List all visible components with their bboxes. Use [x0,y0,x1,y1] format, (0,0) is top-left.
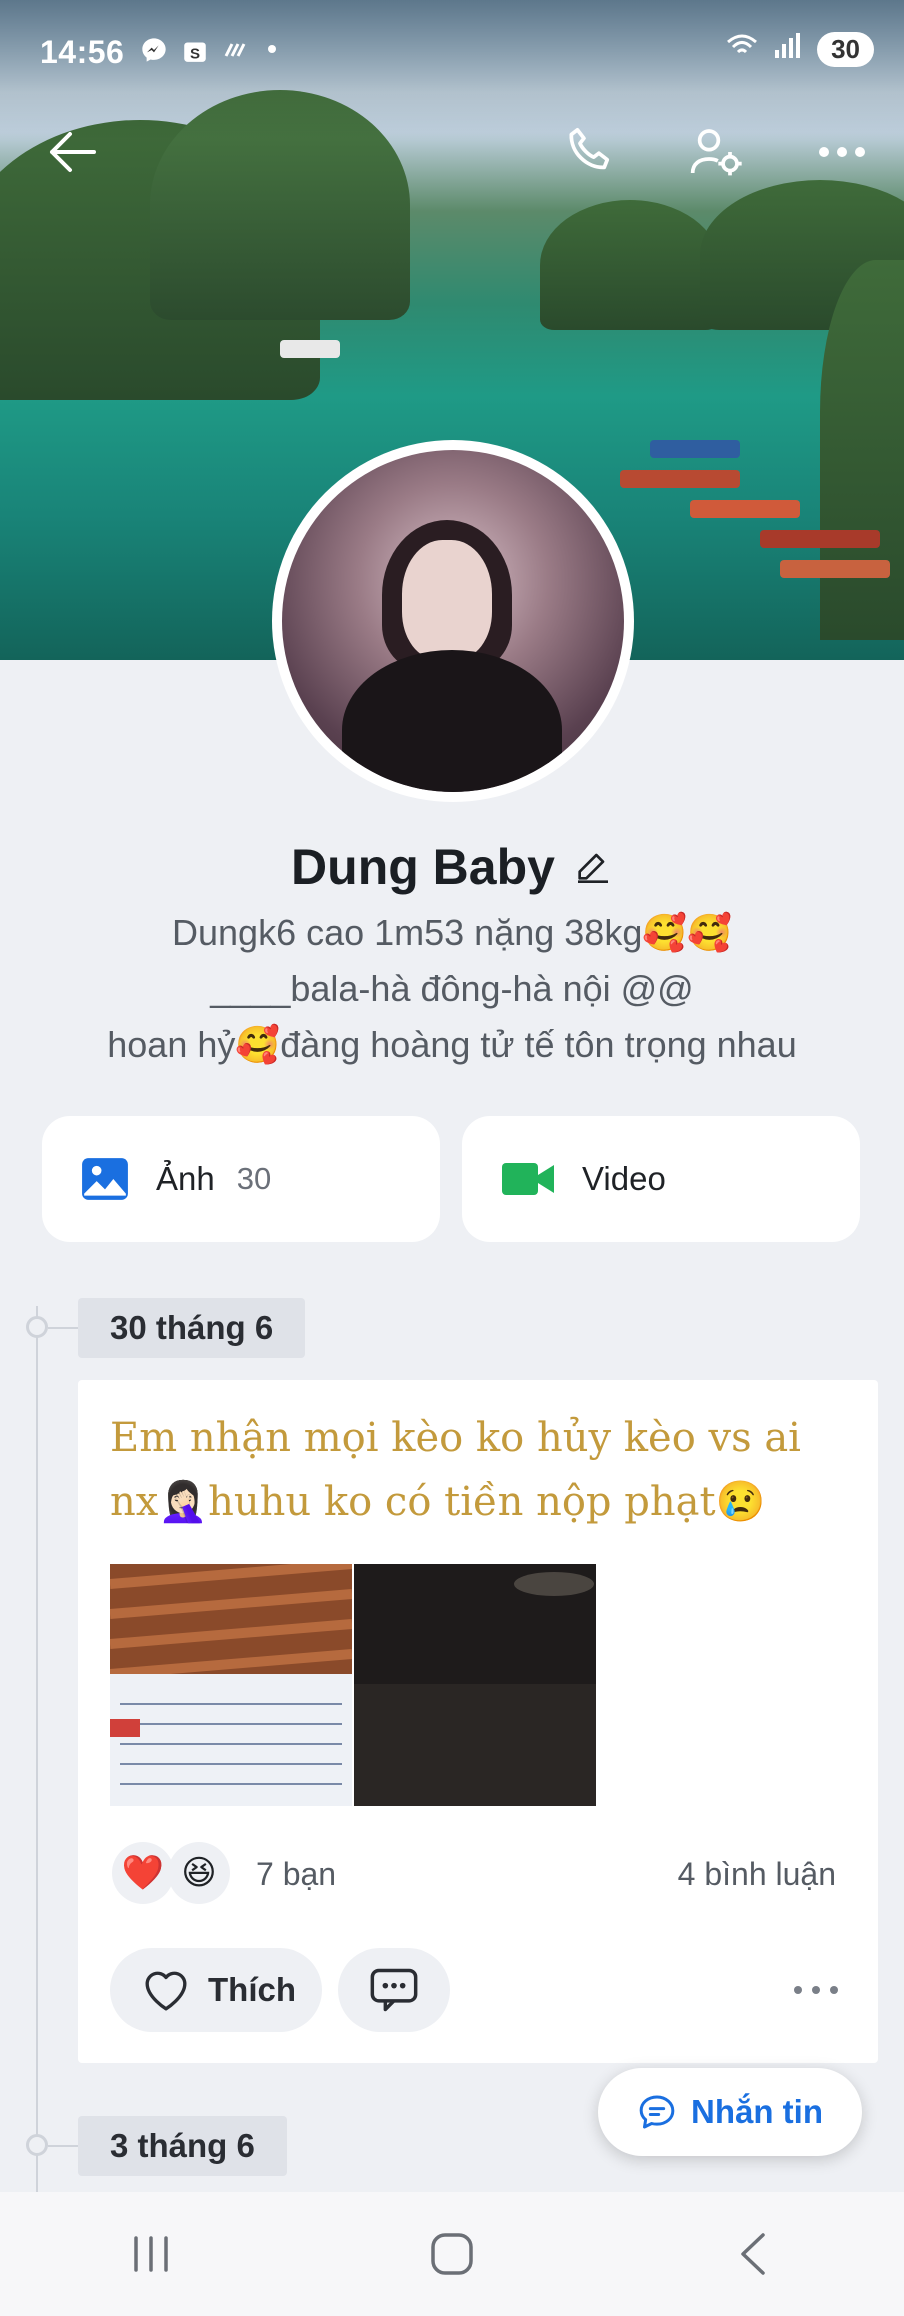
system-back-button[interactable] [693,2214,813,2294]
post-more-button[interactable] [788,1968,844,2012]
wifi-icon [725,32,759,67]
pencil-icon [577,853,608,883]
chat-bubble-icon [639,2095,675,2129]
user-gear-icon [690,129,742,176]
date-chip: 3 tháng 6 [78,2116,287,2176]
friend-settings-button[interactable] [684,120,748,184]
timeline-line [36,1306,38,2206]
status-bar: 14:56 S 30 [0,0,904,104]
messenger-icon [140,36,168,71]
cell-signal-icon [773,32,803,67]
battery-level: 30 [817,32,874,67]
post-photo[interactable] [354,1564,596,1806]
videos-tile[interactable]: Video [462,1116,860,1242]
message-button[interactable]: Nhắn tin [598,2068,862,2156]
post-text: Em nhận mọi kèo ko hủy kèo vs ai nx🤦🏻‍♀️… [110,1415,801,1525]
signal-slash-icon [222,36,252,71]
more-options-button[interactable] [810,120,874,184]
message-label: Nhắn tin [691,2093,823,2130]
more-dots-icon [794,1986,838,1994]
shopee-icon: S [182,36,208,71]
profile-bio-line: hoan hỷ🥰đàng hoàng tử tế tôn trọng nhau [107,1024,797,1065]
profile-avatar[interactable] [272,440,634,802]
profile-bio-line: Dungk6 cao 1m53 nặng 38kg🥰🥰 [172,912,732,953]
recent-apps-button[interactable] [91,2214,211,2294]
video-camera-icon [502,1163,554,1195]
back-arrow-icon [50,132,96,172]
date-chip: 30 tháng 6 [78,1298,306,1358]
edit-name-button[interactable] [573,845,613,890]
like-label: Thích [208,1971,296,2008]
photos-label: Ảnh [156,1160,215,1197]
reaction-count[interactable]: 7 bạn [256,1856,336,1893]
video-label: Video [582,1160,666,1197]
home-button[interactable] [392,2214,512,2294]
back-button[interactable] [40,120,104,184]
phone-icon [569,127,610,170]
call-button[interactable] [558,120,622,184]
post-photo[interactable] [110,1564,352,1806]
profile-bio-line: ____bala-hà đông-hà nội @@ [210,968,694,1009]
chevron-left-icon [741,2233,766,2275]
like-button[interactable]: Thích [110,1948,322,2032]
post-card[interactable]: Em nhận mọi kèo ko hủy kèo vs ai nx🤦🏻‍♀️… [78,1380,878,2063]
heart-outline-icon [145,1971,187,2011]
photos-count: 30 [236,1161,272,1196]
timeline-tick [48,1327,78,1329]
heart-reaction-icon: ❤️ [112,1842,174,1904]
photos-tile[interactable]: Ảnh 30 [42,1116,440,1242]
comment-icon [370,1968,418,2012]
profile-name: Dung Baby [291,839,555,895]
timeline-dot [26,2134,48,2156]
timeline-tick [48,2145,78,2147]
photo-icon [82,1158,128,1200]
more-dots-icon [819,147,865,157]
dot-icon [266,36,278,71]
status-time: 14:56 [40,34,125,70]
timeline-dot [26,1316,48,1338]
laugh-reaction-icon: 😆 [168,1842,230,1904]
svg-text:S: S [190,46,200,63]
comment-count[interactable]: 4 bình luận [678,1856,836,1893]
home-icon [431,2233,473,2275]
comment-button[interactable] [338,1948,450,2032]
recent-apps-icon [133,2236,168,2272]
system-nav-bar [0,2192,904,2316]
